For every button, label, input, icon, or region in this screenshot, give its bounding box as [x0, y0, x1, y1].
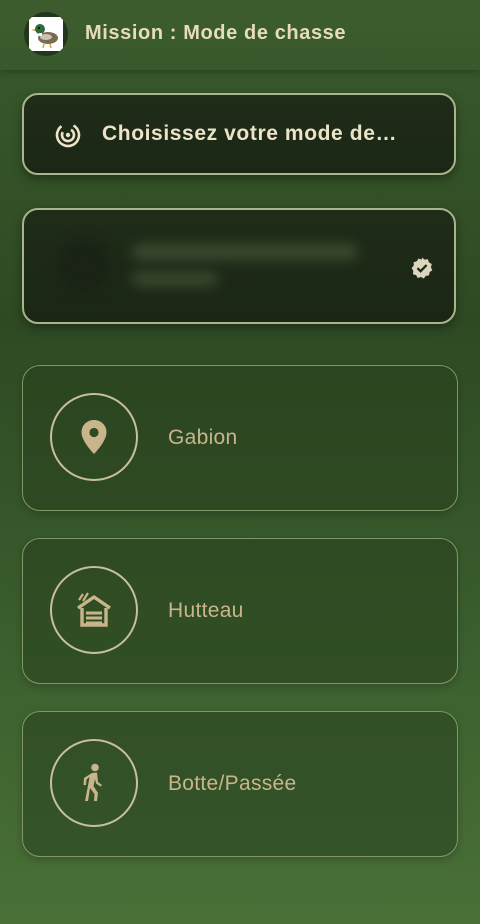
profile-detail-redacted — [132, 272, 218, 286]
mode-icon-circle — [50, 739, 138, 827]
location-pin-icon — [81, 420, 107, 454]
mode-icon-circle — [50, 566, 138, 654]
verified-badge-icon — [411, 257, 433, 279]
avatar — [58, 240, 110, 292]
mode-label: Hutteau — [168, 599, 244, 622]
mode-label: Botte/Passée — [168, 772, 297, 795]
duck-logo-icon — [29, 17, 63, 51]
mode-selector-button[interactable]: Choisissez votre mode de… — [22, 93, 456, 175]
app-logo — [24, 12, 68, 56]
top-app-bar: Mission : Mode de chasse — [0, 0, 480, 70]
page-title: Mission : Mode de chasse — [85, 22, 347, 44]
mode-option-botte-passee[interactable]: Botte/Passée — [22, 711, 458, 857]
profile-card[interactable] — [22, 208, 456, 324]
mode-selector-label: Choisissez votre mode de… — [102, 122, 398, 145]
profile-name-redacted — [132, 244, 358, 260]
radar-icon — [55, 122, 81, 148]
mode-icon-circle — [50, 393, 138, 481]
hut-icon — [77, 592, 111, 627]
mode-option-gabion[interactable]: Gabion — [22, 365, 458, 511]
walking-icon — [83, 763, 102, 801]
mode-label: Gabion — [168, 426, 238, 449]
mode-option-hutteau[interactable]: Hutteau — [22, 538, 458, 684]
